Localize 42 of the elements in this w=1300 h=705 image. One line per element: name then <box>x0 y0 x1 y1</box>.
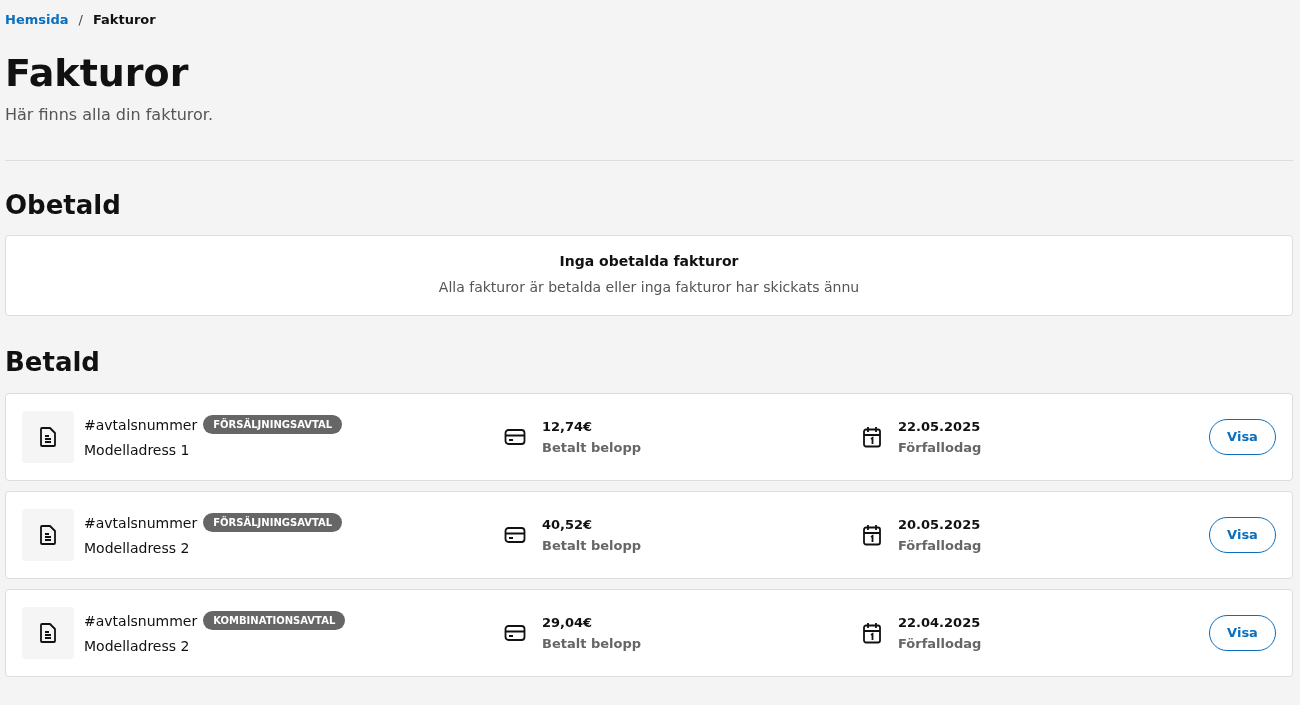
breadcrumb-link[interactable]: Hemsida <box>5 12 69 27</box>
contract-type-tag: KOMBINATIONSAVTAL <box>203 611 346 631</box>
due-date-value: 22.05.2025 <box>898 419 982 434</box>
document-icon <box>22 607 74 659</box>
due-date-value: 22.04.2025 <box>898 615 982 630</box>
contract-number: #avtalsnummer <box>84 613 198 629</box>
card-icon <box>504 428 526 446</box>
amount-label: Betalt belopp <box>542 636 642 651</box>
contract-type-tag: FÖRSÄLJNINGSAVTAL <box>203 415 343 435</box>
breadcrumb-separator: / <box>78 12 83 27</box>
amount-value: 12,74€ <box>542 419 594 434</box>
amount-value: 29,04€ <box>542 615 594 630</box>
address-text: Modelladress 1 <box>84 442 191 459</box>
view-button[interactable]: Visa <box>1209 419 1276 455</box>
due-date-value: 20.05.2025 <box>898 517 982 532</box>
empty-state-text: Alla fakturor är betalda eller inga fakturor har skickats ännu <box>437 279 861 296</box>
card-icon <box>504 624 526 642</box>
view-button[interactable]: Visa <box>1209 615 1276 651</box>
document-icon <box>22 509 74 561</box>
calendar-icon <box>862 426 882 448</box>
address-text: Modelladress 2 <box>84 638 191 655</box>
breadcrumb-current: Fakturor <box>92 12 156 27</box>
due-date-label: Förfallodag <box>898 636 982 651</box>
address-text: Modelladress 2 <box>84 540 191 557</box>
amount-label: Betalt belopp <box>542 538 642 553</box>
calendar-icon <box>862 524 882 546</box>
page-title: Fakturor <box>5 53 190 95</box>
contract-number: #avtalsnummer <box>84 515 198 531</box>
due-date-label: Förfallodag <box>898 538 982 553</box>
section-heading: Obetald <box>5 190 122 220</box>
calendar-icon <box>862 622 882 644</box>
page-subtitle: Här finns alla din fakturor. <box>5 104 215 124</box>
card-icon <box>504 526 526 544</box>
contract-number: #avtalsnummer <box>84 417 198 433</box>
empty-state-title: Inga obetalda fakturor <box>558 253 740 270</box>
contract-type-tag: FÖRSÄLJNINGSAVTAL <box>203 513 343 533</box>
due-date-label: Förfallodag <box>898 440 982 455</box>
section-heading: Betald <box>5 348 101 377</box>
view-button[interactable]: Visa <box>1209 517 1276 553</box>
amount-label: Betalt belopp <box>542 440 642 455</box>
amount-value: 40,52€ <box>542 517 594 532</box>
document-icon <box>22 411 74 463</box>
